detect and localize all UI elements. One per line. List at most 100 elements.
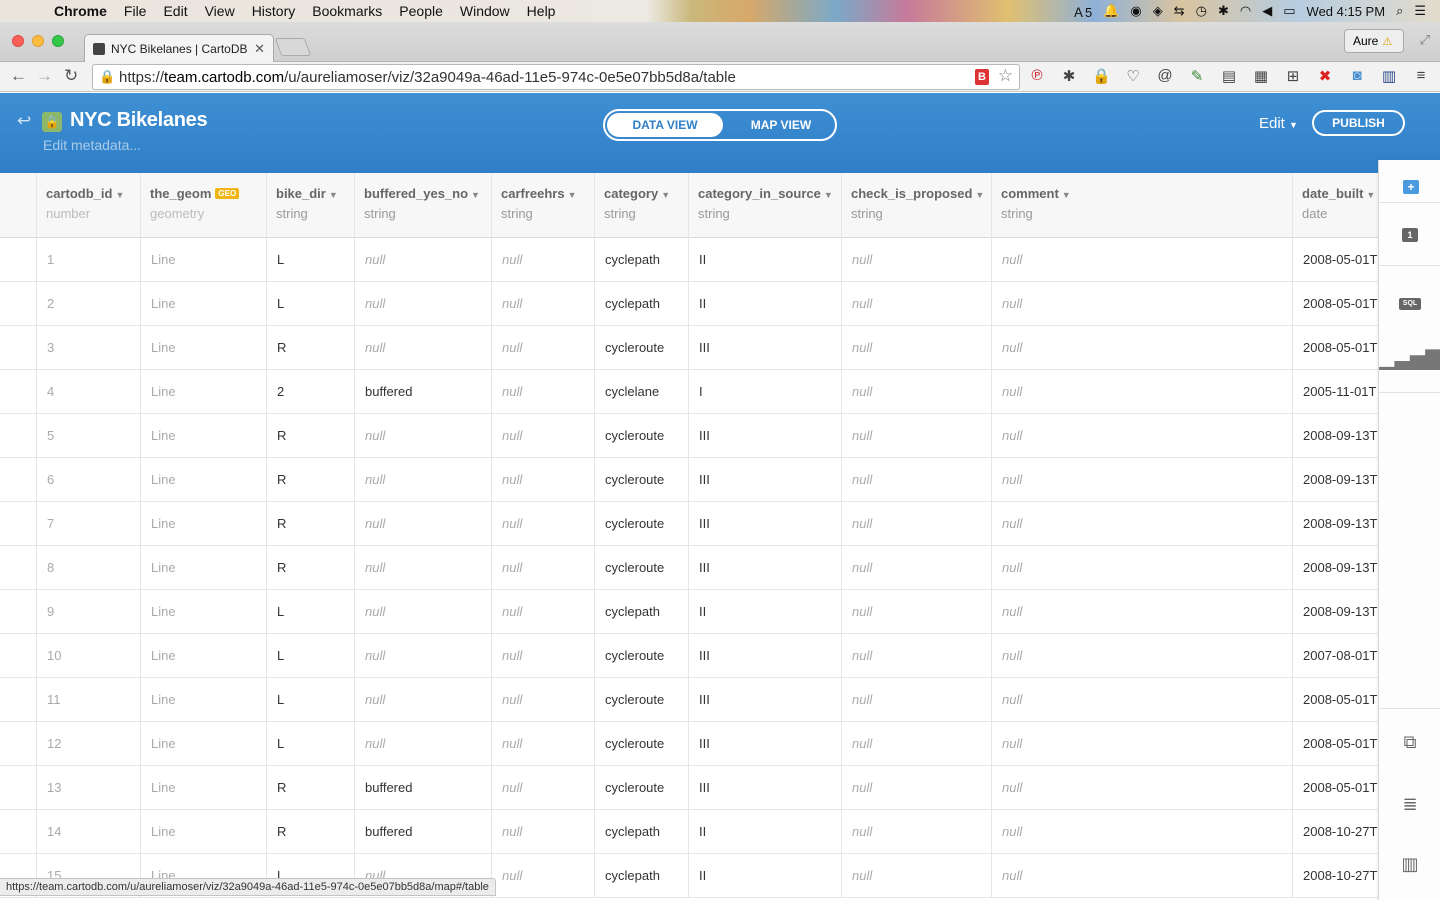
sync-icon[interactable]: ⇆: [1174, 3, 1185, 19]
volume-icon[interactable]: ◀: [1262, 3, 1272, 19]
column-name[interactable]: the_geom GEO: [150, 186, 240, 201]
table-cell-bike-dir[interactable]: R: [266, 458, 354, 502]
table-cell-cartodb-id[interactable]: 11: [36, 678, 140, 722]
publish-button[interactable]: PUBLISH: [1312, 110, 1405, 136]
table-cell-the-geom[interactable]: Line: [140, 238, 266, 282]
table-cell-category[interactable]: cycleroute: [594, 458, 688, 502]
row-selector[interactable]: [0, 414, 36, 458]
table-cell-bike-dir[interactable]: R: [266, 810, 354, 854]
merge-tables-icon[interactable]: ⧉: [1379, 732, 1440, 753]
table-cell-comment[interactable]: null: [991, 238, 1292, 282]
column-name[interactable]: cartodb_id ▼: [46, 186, 124, 201]
table-cell-category-in-source[interactable]: I: [688, 370, 841, 414]
table-cell-bike-dir[interactable]: L: [266, 282, 354, 326]
table-cell-buffered-yes-no[interactable]: null: [354, 282, 491, 326]
fullscreen-icon[interactable]: ⤢: [1420, 32, 1430, 48]
table-cell-comment[interactable]: null: [991, 854, 1292, 898]
table-cell-the-geom[interactable]: Line: [140, 766, 266, 810]
table-cell-date-built[interactable]: 2008-05-01T: [1292, 326, 1378, 370]
table-cell-cartodb-id[interactable]: 4: [36, 370, 140, 414]
table-cell-carfreehrs[interactable]: null: [491, 370, 594, 414]
table-cell-carfreehrs[interactable]: null: [491, 546, 594, 590]
table-cell-the-geom[interactable]: Line: [140, 370, 266, 414]
window-minimize-button[interactable]: [32, 35, 44, 47]
table-cell-check-is-proposed[interactable]: null: [841, 238, 991, 282]
menu-app-name[interactable]: Chrome: [54, 3, 107, 19]
table-cell-buffered-yes-no[interactable]: null: [354, 502, 491, 546]
table-cell-comment[interactable]: null: [991, 370, 1292, 414]
pocket-icon[interactable]: ♡: [1124, 67, 1142, 85]
table-cell-category[interactable]: cyclepath: [594, 854, 688, 898]
table-cell-check-is-proposed[interactable]: null: [841, 634, 991, 678]
table-cell-comment[interactable]: null: [991, 326, 1292, 370]
table-cell-comment[interactable]: null: [991, 678, 1292, 722]
table-row[interactable]: 6 Line Rnull null cycleroute III null null 2008-…: [0, 458, 1378, 502]
table-row[interactable]: 8 Line Rnull null cycleroute III null null 2008-…: [0, 546, 1378, 590]
row-selector[interactable]: [0, 326, 36, 370]
table-cell-cartodb-id[interactable]: 12: [36, 722, 140, 766]
table-cell-buffered-yes-no[interactable]: buffered: [354, 370, 491, 414]
column-name[interactable]: carfreehrs ▼: [501, 186, 577, 201]
table-cell-check-is-proposed[interactable]: null: [841, 282, 991, 326]
table-row[interactable]: 12 Line Lnull null cycleroute III null null 2008…: [0, 722, 1378, 766]
column-menu-caret-icon[interactable]: ▼: [329, 190, 338, 200]
row-selector[interactable]: [0, 722, 36, 766]
table-cell-buffered-yes-no[interactable]: buffered: [354, 766, 491, 810]
table-cell-the-geom[interactable]: Line: [140, 458, 266, 502]
table-cell-date-built[interactable]: 2008-09-13T: [1292, 546, 1378, 590]
column-name[interactable]: bike_dir ▼: [276, 186, 338, 201]
browser-tab[interactable]: NYC Bikelanes | CartoDB ✕: [84, 34, 274, 62]
table-cell-date-built[interactable]: 2008-10-27T: [1292, 810, 1378, 854]
profile-button[interactable]: Aure ⚠: [1344, 29, 1404, 53]
table-cell-category-in-source[interactable]: III: [688, 678, 841, 722]
row-selector[interactable]: [0, 458, 36, 502]
menu-history[interactable]: History: [252, 3, 296, 19]
table-cell-check-is-proposed[interactable]: null: [841, 546, 991, 590]
table-cell-check-is-proposed[interactable]: null: [841, 854, 991, 898]
table-cell-cartodb-id[interactable]: 13: [36, 766, 140, 810]
lock-extension-icon[interactable]: 🔒: [1092, 67, 1111, 85]
table-cell-date-built[interactable]: 2008-09-13T: [1292, 502, 1378, 546]
table-cell-buffered-yes-no[interactable]: null: [354, 414, 491, 458]
column-name[interactable]: category_in_source ▼: [698, 186, 833, 201]
edit-metadata-link[interactable]: Edit metadata...: [43, 137, 141, 153]
table-cell-comment[interactable]: null: [991, 458, 1292, 502]
table-cell-date-built[interactable]: 2007-08-01T: [1292, 634, 1378, 678]
column-header-the-geom[interactable]: the_geom GEO geometry: [140, 173, 266, 238]
row-selector[interactable]: [0, 370, 36, 414]
table-row[interactable]: 10 Line Lnull null cycleroute III null null 2007…: [0, 634, 1378, 678]
table-cell-carfreehrs[interactable]: null: [491, 678, 594, 722]
window-close-button[interactable]: [12, 35, 24, 47]
camera-icon[interactable]: ◙: [1348, 67, 1366, 85]
column-name[interactable]: date_built ▼: [1302, 186, 1375, 201]
data-view-tab[interactable]: DATA VIEW: [607, 113, 723, 137]
table-cell-category[interactable]: cyclepath: [594, 238, 688, 282]
library-extension-icon[interactable]: ▥: [1380, 67, 1398, 85]
table-cell-carfreehrs[interactable]: null: [491, 238, 594, 282]
table-cell-date-built[interactable]: 2008-05-01T: [1292, 722, 1378, 766]
column-menu-caret-icon[interactable]: ▼: [975, 190, 984, 200]
notification-center-icon[interactable]: ☰: [1414, 3, 1426, 19]
column-menu-caret-icon[interactable]: ▼: [661, 190, 670, 200]
table-cell-date-built[interactable]: 2008-05-01T: [1292, 282, 1378, 326]
table-cell-category-in-source[interactable]: III: [688, 546, 841, 590]
table-cell-buffered-yes-no[interactable]: null: [354, 634, 491, 678]
table-cell-check-is-proposed[interactable]: null: [841, 590, 991, 634]
table-row[interactable]: 9 Line Lnull null cyclepath II null null 2008-09…: [0, 590, 1378, 634]
table-cell-category-in-source[interactable]: II: [688, 854, 841, 898]
evernote-icon[interactable]: ◉: [1130, 3, 1141, 19]
table-cell-buffered-yes-no[interactable]: null: [354, 678, 491, 722]
page-extension-icon[interactable]: ▤: [1220, 67, 1238, 85]
table-cell-bike-dir[interactable]: R: [266, 546, 354, 590]
row-selector[interactable]: [0, 282, 36, 326]
table-cell-category-in-source[interactable]: II: [688, 810, 841, 854]
table-cell-the-geom[interactable]: Line: [140, 722, 266, 766]
table-cell-category[interactable]: cycleroute: [594, 502, 688, 546]
table-cell-bike-dir[interactable]: L: [266, 238, 354, 282]
table-row[interactable]: 4 Line 2 buffered null cyclelane Inull null 2005…: [0, 370, 1378, 414]
column-menu-caret-icon[interactable]: ▼: [115, 190, 124, 200]
column-header-cartodb-id[interactable]: cartodb_id ▼ number: [36, 173, 140, 238]
table-cell-check-is-proposed[interactable]: null: [841, 326, 991, 370]
table-cell-buffered-yes-no[interactable]: null: [354, 722, 491, 766]
table-cell-comment[interactable]: null: [991, 722, 1292, 766]
